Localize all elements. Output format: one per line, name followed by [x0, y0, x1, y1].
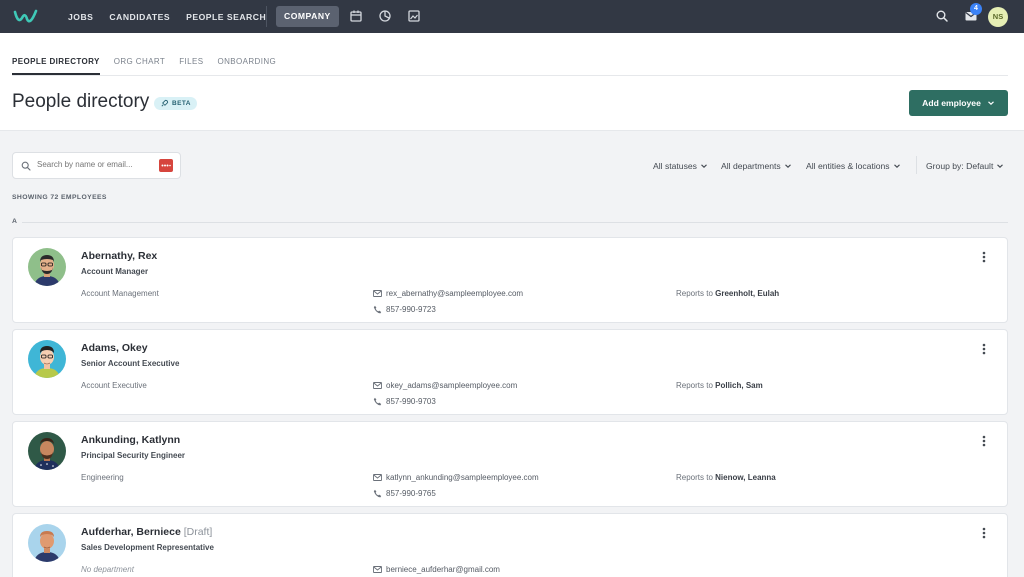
add-employee-label: Add employee: [922, 98, 981, 108]
more-options-icon[interactable]: [979, 526, 989, 540]
reports-pie-icon[interactable]: [378, 9, 392, 23]
top-navigation-bar: JOBS CANDIDATES PEOPLE SEARCH COMPANY 4 …: [0, 0, 1024, 33]
workable-logo-icon[interactable]: [12, 7, 40, 27]
search-box: [12, 152, 181, 179]
nav-candidates[interactable]: CANDIDATES: [109, 12, 170, 22]
chevron-down-icon: [784, 164, 791, 168]
employee-count: SHOWING 72 EMPLOYEES: [12, 194, 107, 201]
entities-locations-filter[interactable]: All entities & locations: [806, 161, 901, 171]
employee-email[interactable]: katlynn_ankunding@sampleemployee.com: [373, 473, 539, 482]
employee-card[interactable]: Abernathy, Rex Account Manager Account M…: [12, 237, 1008, 323]
employee-email[interactable]: okey_adams@sampleemployee.com: [373, 381, 517, 390]
employee-card[interactable]: Aufderhar, Berniece [Draft] Sales Develo…: [12, 513, 1008, 577]
group-letter: A: [12, 218, 17, 225]
employee-avatar: [28, 524, 66, 562]
page-header: PEOPLE DIRECTORY ORG CHART FILES ONBOARD…: [0, 33, 1024, 131]
filter-divider: [916, 156, 917, 174]
employee-department: Engineering: [81, 473, 124, 482]
employee-job-title: Account Manager: [81, 267, 149, 276]
tab-people-directory[interactable]: PEOPLE DIRECTORY: [12, 57, 100, 75]
search-icon: [21, 161, 31, 171]
employee-email[interactable]: berniece_aufderhar@gmail.com: [373, 565, 500, 574]
password-manager-icon[interactable]: [159, 159, 173, 172]
employee-avatar: [28, 340, 66, 378]
notification-badge: 4: [970, 3, 982, 15]
employee-phone[interactable]: 857-990-9765: [373, 489, 436, 498]
employee-name[interactable]: Aufderhar, Berniece [Draft]: [81, 526, 212, 538]
draft-label: [Draft]: [183, 526, 213, 538]
nav-divider: [266, 6, 267, 27]
manager-name[interactable]: Nienow, Leanna: [715, 473, 776, 482]
manager-name[interactable]: Greenholt, Eulah: [715, 289, 779, 298]
chevron-down-icon: [997, 164, 1004, 168]
employee-job-title: Sales Development Representative: [81, 543, 214, 552]
employee-phone[interactable]: 857-990-9703: [373, 397, 436, 406]
email-icon: [373, 474, 382, 481]
chevron-down-icon: [893, 164, 900, 168]
group-by-label: Group by: Default: [926, 161, 994, 171]
chevron-down-icon: [701, 164, 707, 168]
employee-job-title: Principal Security Engineer: [81, 451, 186, 460]
more-options-icon[interactable]: [979, 250, 989, 264]
group-by-select[interactable]: Group by: Default: [926, 161, 1004, 171]
phone-icon: [373, 397, 382, 406]
employee-avatar: [28, 432, 66, 470]
employee-name[interactable]: Abernathy, Rex: [81, 250, 157, 262]
calendar-icon[interactable]: [349, 9, 363, 23]
email-icon: [373, 566, 382, 573]
user-avatar[interactable]: NS: [988, 7, 1008, 27]
nav-company[interactable]: COMPANY: [276, 6, 339, 27]
tab-files[interactable]: FILES: [179, 57, 203, 75]
nav-people-search[interactable]: PEOPLE SEARCH: [186, 12, 266, 22]
email-icon: [373, 290, 382, 297]
dots-icon: [161, 164, 171, 167]
employee-phone[interactable]: 857-990-9723: [373, 305, 436, 314]
rocket-icon: [161, 99, 169, 107]
directory-tabs: PEOPLE DIRECTORY ORG CHART FILES ONBOARD…: [12, 57, 290, 75]
add-employee-button[interactable]: Add employee: [909, 90, 1008, 116]
department-filter-label: All departments: [721, 161, 781, 171]
employee-department: No department: [81, 565, 134, 574]
page-title: People directory: [12, 91, 150, 112]
employee-name[interactable]: Adams, Okey: [81, 342, 148, 354]
search-icon[interactable]: [935, 9, 949, 23]
employee-job-title: Senior Account Executive: [81, 359, 180, 368]
tab-org-chart[interactable]: ORG CHART: [114, 57, 165, 75]
phone-icon: [373, 305, 382, 314]
main-nav: JOBS CANDIDATES PEOPLE SEARCH: [68, 0, 282, 33]
more-options-icon[interactable]: [979, 434, 989, 448]
manager-name[interactable]: Pollich, Sam: [715, 381, 763, 390]
employee-card[interactable]: Ankunding, Katlynn Principal Security En…: [12, 421, 1008, 507]
nav-jobs[interactable]: JOBS: [68, 12, 93, 22]
status-filter-label: All statuses: [653, 161, 697, 171]
employee-email[interactable]: rex_abernathy@sampleemployee.com: [373, 289, 523, 298]
beta-badge: BETA: [154, 97, 197, 110]
employee-avatar: [28, 248, 66, 286]
status-filter[interactable]: All statuses: [653, 161, 708, 171]
employee-name[interactable]: Ankunding, Katlynn: [81, 434, 180, 446]
tabs-divider: [12, 75, 1008, 76]
email-icon: [373, 382, 382, 389]
more-options-icon[interactable]: [979, 342, 989, 356]
entities-filter-label: All entities & locations: [806, 161, 890, 171]
employee-reports-to: Reports to Greenholt, Eulah: [676, 289, 780, 298]
chevron-down-icon: [987, 101, 994, 106]
image-gallery-icon[interactable]: [407, 9, 421, 23]
employee-reports-to: Reports to Pollich, Sam: [676, 381, 763, 390]
employee-department: Account Executive: [81, 381, 147, 390]
beta-label: BETA: [172, 100, 191, 107]
employee-card[interactable]: Adams, Okey Senior Account Executive Acc…: [12, 329, 1008, 415]
employee-reports-to: Reports to Nienow, Leanna: [676, 473, 776, 482]
group-divider: [22, 222, 1008, 223]
tab-onboarding[interactable]: ONBOARDING: [217, 57, 276, 75]
phone-icon: [373, 489, 382, 498]
department-filter[interactable]: All departments: [721, 161, 792, 171]
search-input[interactable]: [37, 160, 152, 169]
employee-department: Account Management: [81, 289, 159, 298]
